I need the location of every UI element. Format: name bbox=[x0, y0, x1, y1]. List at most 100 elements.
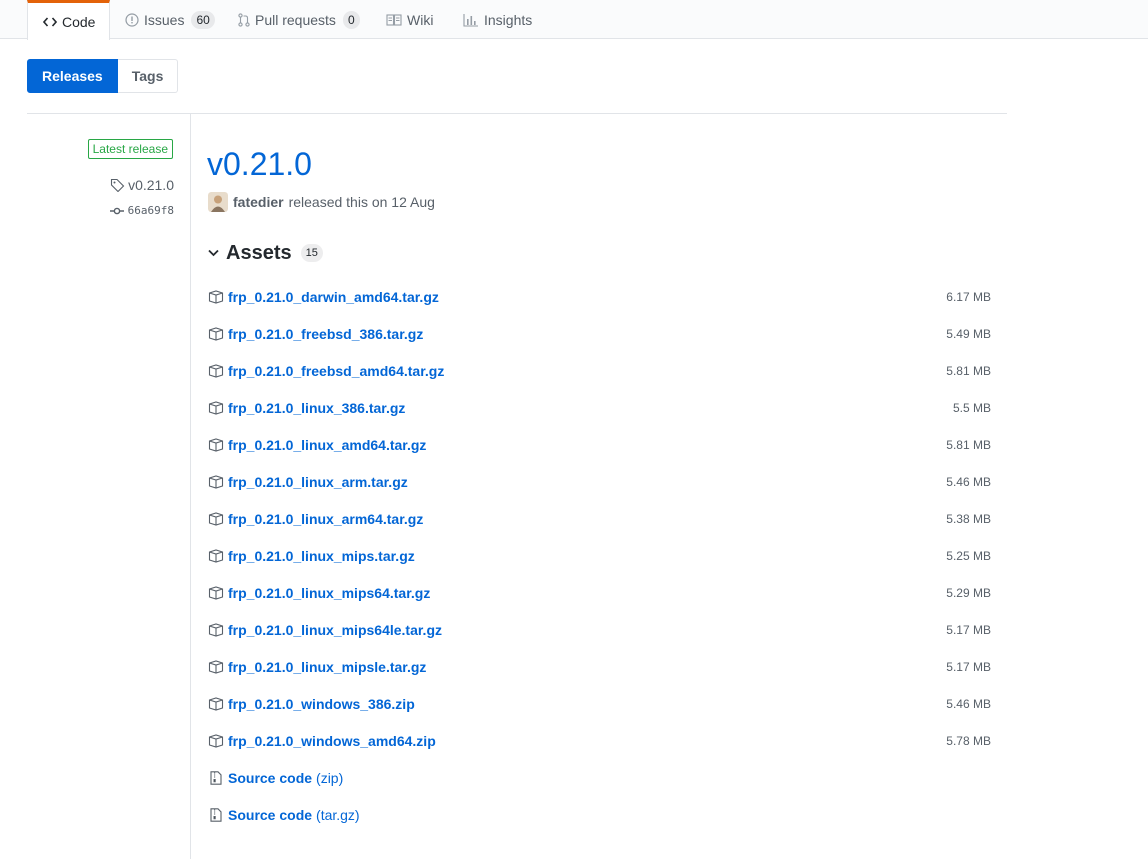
git-commit-icon bbox=[109, 207, 124, 214]
code-icon bbox=[43, 16, 57, 27]
list-item: frp_0.21.0_linux_mips64le.tar.gz 5.17 MB bbox=[208, 611, 991, 648]
list-item: frp_0.21.0_windows_amd64.zip 5.78 MB bbox=[208, 722, 991, 759]
package-icon bbox=[208, 659, 224, 674]
tab-pull-requests[interactable]: Pull requests 0 bbox=[238, 0, 360, 39]
source-code-label: Source code bbox=[228, 806, 313, 823]
list-item: frp_0.21.0_linux_amd64.tar.gz 5.81 MB bbox=[208, 426, 991, 463]
asset-name: frp_0.21.0_freebsd_amd64.tar.gz bbox=[228, 362, 445, 379]
asset-name: frp_0.21.0_linux_mips64.tar.gz bbox=[228, 584, 431, 601]
asset-download-link[interactable]: frp_0.21.0_windows_386.zip bbox=[208, 696, 415, 712]
asset-download-link[interactable]: frp_0.21.0_windows_amd64.zip bbox=[208, 733, 436, 749]
asset-download-link[interactable]: frp_0.21.0_darwin_amd64.tar.gz bbox=[208, 289, 439, 305]
package-icon bbox=[208, 326, 224, 341]
asset-download-link[interactable]: frp_0.21.0_linux_arm.tar.gz bbox=[208, 474, 408, 490]
list-item: frp_0.21.0_windows_386.zip 5.46 MB bbox=[208, 685, 991, 722]
package-icon bbox=[208, 548, 224, 563]
asset-download-link[interactable]: frp_0.21.0_linux_mips64.tar.gz bbox=[208, 585, 430, 601]
git-pull-request-icon bbox=[238, 12, 250, 27]
book-icon bbox=[386, 13, 402, 26]
chevron-down-icon bbox=[208, 249, 219, 257]
asset-name: frp_0.21.0_windows_386.zip bbox=[228, 695, 415, 712]
asset-size: 5.49 MB bbox=[946, 326, 991, 341]
asset-size: 5.17 MB bbox=[946, 622, 991, 637]
asset-download-link[interactable]: frp_0.21.0_linux_mips64le.tar.gz bbox=[208, 622, 442, 638]
pull-requests-counter: 0 bbox=[342, 10, 360, 29]
asset-name: frp_0.21.0_linux_mips.tar.gz bbox=[228, 547, 415, 564]
asset-name: frp_0.21.0_darwin_amd64.tar.gz bbox=[228, 288, 439, 305]
tab-wiki[interactable]: Wiki bbox=[386, 0, 433, 39]
assets-title: Assets bbox=[226, 241, 292, 264]
asset-name: frp_0.21.0_linux_amd64.tar.gz bbox=[228, 436, 427, 453]
package-icon bbox=[208, 289, 224, 304]
release-date-text: released this on 12 Aug bbox=[288, 194, 435, 210]
tags-tab[interactable]: Tags bbox=[117, 59, 179, 93]
list-item: frp_0.21.0_linux_arm64.tar.gz 5.38 MB bbox=[208, 500, 991, 537]
release-subnav: Releases Tags bbox=[27, 59, 179, 93]
divider bbox=[27, 113, 1007, 114]
source-code-label: Source code bbox=[228, 769, 313, 786]
package-icon bbox=[208, 511, 224, 526]
release-title[interactable]: v0.21.0 bbox=[207, 144, 312, 184]
asset-name: frp_0.21.0_linux_386.tar.gz bbox=[228, 399, 406, 416]
tab-issues-label: Issues bbox=[144, 11, 185, 28]
tag-icon bbox=[111, 178, 125, 192]
asset-list: frp_0.21.0_darwin_amd64.tar.gz 6.17 MB f… bbox=[208, 278, 991, 833]
asset-name: frp_0.21.0_linux_arm.tar.gz bbox=[228, 473, 408, 490]
list-item: Source code (zip) bbox=[208, 759, 991, 796]
issues-counter: 60 bbox=[191, 10, 215, 29]
asset-size: 5.46 MB bbox=[946, 696, 991, 711]
release-timeline-divider bbox=[190, 114, 191, 859]
asset-download-link[interactable]: frp_0.21.0_linux_arm64.tar.gz bbox=[208, 511, 423, 527]
release-author[interactable]: fatedier bbox=[233, 194, 284, 210]
tab-code[interactable]: Code bbox=[27, 0, 111, 40]
asset-size: 5.81 MB bbox=[946, 363, 991, 378]
asset-name: frp_0.21.0_linux_mipsle.tar.gz bbox=[228, 658, 427, 675]
assets-toggle[interactable]: Assets 15 bbox=[208, 241, 323, 265]
assets-counter: 15 bbox=[300, 244, 323, 262]
avatar[interactable] bbox=[208, 192, 228, 212]
list-item: frp_0.21.0_linux_arm.tar.gz 5.46 MB bbox=[208, 463, 991, 500]
graph-icon bbox=[463, 13, 478, 27]
asset-size: 5.29 MB bbox=[946, 585, 991, 600]
tab-insights[interactable]: Insights bbox=[463, 0, 532, 39]
file-zip-icon bbox=[210, 770, 222, 785]
list-item: frp_0.21.0_linux_386.tar.gz 5.5 MB bbox=[208, 389, 991, 426]
asset-download-link[interactable]: frp_0.21.0_linux_amd64.tar.gz bbox=[208, 437, 426, 453]
package-icon bbox=[208, 585, 224, 600]
release-commit-sha: 66a69f8 bbox=[127, 204, 174, 217]
releases-tab[interactable]: Releases bbox=[27, 59, 118, 93]
tab-wiki-label: Wiki bbox=[407, 11, 434, 28]
tab-insights-label: Insights bbox=[484, 11, 533, 28]
list-item: Source code (tar.gz) bbox=[208, 796, 991, 833]
release-commit-link[interactable]: 66a69f8 bbox=[109, 204, 174, 217]
list-item: frp_0.21.0_linux_mipsle.tar.gz 5.17 MB bbox=[208, 648, 991, 685]
asset-download-link[interactable]: frp_0.21.0_linux_386.tar.gz bbox=[208, 400, 405, 416]
source-code-zip-link[interactable]: Source code (zip) bbox=[208, 770, 343, 786]
asset-download-link[interactable]: frp_0.21.0_linux_mips.tar.gz bbox=[208, 548, 415, 564]
tab-code-label: Code bbox=[62, 13, 96, 30]
file-zip-icon bbox=[210, 807, 222, 822]
package-icon bbox=[208, 622, 224, 637]
package-icon bbox=[208, 733, 224, 748]
release-byline: fatedier released this on 12 Aug bbox=[208, 192, 435, 212]
issue-opened-icon bbox=[125, 12, 139, 27]
package-icon bbox=[208, 474, 224, 489]
package-icon bbox=[208, 363, 224, 378]
asset-size: 5.25 MB bbox=[946, 548, 991, 563]
asset-size: 5.81 MB bbox=[946, 437, 991, 452]
asset-download-link[interactable]: frp_0.21.0_linux_mipsle.tar.gz bbox=[208, 659, 426, 675]
release-tag-link[interactable]: v0.21.0 bbox=[110, 177, 174, 193]
asset-download-link[interactable]: frp_0.21.0_freebsd_amd64.tar.gz bbox=[208, 363, 444, 379]
asset-size: 5.78 MB bbox=[946, 733, 991, 748]
latest-release-badge: Latest release bbox=[87, 139, 173, 159]
asset-size: 5.17 MB bbox=[946, 659, 991, 674]
source-code-format: (zip) bbox=[316, 769, 344, 786]
asset-size: 5.46 MB bbox=[946, 474, 991, 489]
source-code-format: (tar.gz) bbox=[316, 806, 360, 823]
repo-nav: Code Issues 60 Pull requests 0 Wiki Insi… bbox=[0, 0, 1148, 40]
package-icon bbox=[208, 400, 224, 415]
asset-name: frp_0.21.0_linux_arm64.tar.gz bbox=[228, 510, 424, 527]
tab-issues[interactable]: Issues 60 bbox=[125, 0, 215, 39]
asset-download-link[interactable]: frp_0.21.0_freebsd_386.tar.gz bbox=[208, 326, 423, 342]
source-code-tar-link[interactable]: Source code (tar.gz) bbox=[208, 807, 360, 823]
